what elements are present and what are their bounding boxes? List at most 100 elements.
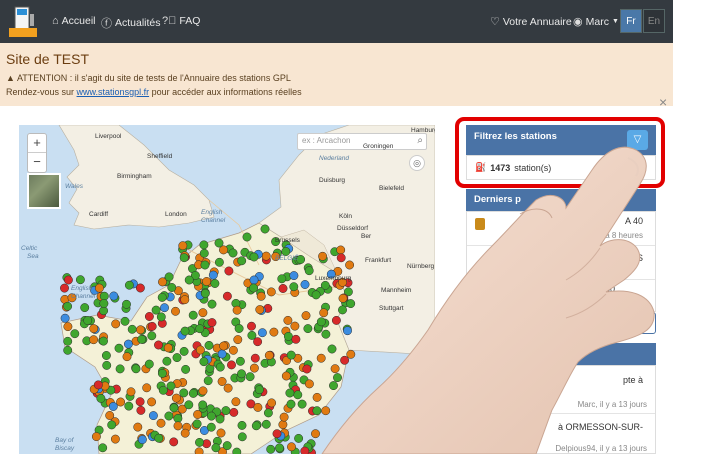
station-marker[interactable] bbox=[281, 371, 291, 381]
station-marker[interactable] bbox=[179, 253, 189, 263]
station-marker[interactable] bbox=[291, 334, 301, 344]
station-marker[interactable] bbox=[207, 318, 217, 328]
station-marker[interactable] bbox=[266, 287, 276, 297]
station-marker[interactable] bbox=[231, 397, 241, 407]
station-marker[interactable] bbox=[123, 339, 133, 349]
station-marker[interactable] bbox=[263, 408, 273, 418]
station-marker[interactable] bbox=[249, 252, 259, 262]
station-marker[interactable] bbox=[214, 238, 224, 248]
station-marker[interactable] bbox=[131, 364, 141, 374]
station-marker[interactable] bbox=[202, 277, 212, 286]
list-item[interactable]: à ORMESSON-SUR- Delpious94, il y a 13 jo… bbox=[467, 414, 655, 454]
station-marker[interactable] bbox=[289, 271, 299, 281]
station-marker[interactable] bbox=[217, 349, 227, 359]
station-marker[interactable] bbox=[147, 397, 157, 407]
station-marker[interactable] bbox=[289, 282, 299, 292]
station-marker[interactable] bbox=[237, 256, 247, 266]
station-marker[interactable] bbox=[233, 335, 243, 345]
station-marker[interactable] bbox=[126, 387, 136, 397]
station-marker[interactable] bbox=[199, 248, 209, 258]
station-marker[interactable] bbox=[340, 355, 350, 365]
station-marker[interactable] bbox=[99, 336, 108, 346]
station-marker[interactable] bbox=[192, 419, 202, 429]
station-marker[interactable] bbox=[147, 321, 157, 331]
station-marker[interactable] bbox=[142, 383, 152, 393]
station-marker[interactable] bbox=[286, 350, 296, 360]
station-marker[interactable] bbox=[266, 444, 276, 454]
zoom-out-button[interactable]: − bbox=[28, 153, 46, 172]
station-marker[interactable] bbox=[160, 303, 169, 313]
station-marker[interactable] bbox=[316, 317, 326, 327]
station-marker[interactable] bbox=[80, 303, 90, 313]
station-marker[interactable] bbox=[193, 410, 203, 419]
station-marker[interactable] bbox=[63, 301, 73, 311]
station-marker[interactable] bbox=[285, 388, 295, 398]
station-marker[interactable] bbox=[331, 315, 341, 325]
station-marker[interactable] bbox=[290, 321, 300, 331]
station-marker[interactable] bbox=[215, 362, 225, 372]
station-marker[interactable] bbox=[224, 266, 234, 276]
station-marker[interactable] bbox=[199, 357, 209, 367]
station-marker[interactable] bbox=[283, 331, 293, 341]
station-marker[interactable] bbox=[63, 345, 73, 355]
station-marker[interactable] bbox=[156, 312, 166, 322]
lang-fr-button[interactable]: Fr bbox=[620, 9, 642, 33]
station-marker[interactable] bbox=[156, 418, 166, 428]
station-marker[interactable] bbox=[312, 392, 322, 402]
station-marker[interactable] bbox=[300, 280, 310, 289]
station-marker[interactable] bbox=[311, 290, 321, 300]
nav-home[interactable]: ⌂ Accueil bbox=[52, 15, 96, 27]
station-marker[interactable] bbox=[83, 316, 93, 325]
station-marker[interactable] bbox=[237, 432, 247, 442]
station-marker[interactable] bbox=[297, 399, 307, 409]
station-marker[interactable] bbox=[336, 245, 346, 255]
station-marker[interactable] bbox=[110, 434, 120, 444]
station-marker[interactable] bbox=[63, 275, 73, 285]
station-marker[interactable] bbox=[89, 335, 99, 345]
station-marker[interactable] bbox=[300, 446, 310, 454]
station-marker[interactable] bbox=[63, 336, 73, 346]
station-marker[interactable] bbox=[321, 329, 331, 339]
station-marker[interactable] bbox=[200, 288, 210, 298]
station-marker[interactable] bbox=[293, 390, 303, 400]
station-marker[interactable] bbox=[180, 326, 190, 336]
station-marker[interactable] bbox=[124, 401, 134, 411]
station-marker[interactable] bbox=[179, 346, 189, 356]
station-marker[interactable] bbox=[286, 399, 296, 409]
station-marker[interactable] bbox=[137, 334, 147, 344]
station-marker[interactable] bbox=[144, 359, 154, 369]
station-marker[interactable] bbox=[148, 411, 158, 421]
station-marker[interactable] bbox=[217, 377, 227, 386]
station-marker[interactable] bbox=[171, 393, 181, 403]
station-marker[interactable] bbox=[253, 402, 263, 412]
station-marker[interactable] bbox=[195, 437, 204, 447]
station-marker[interactable] bbox=[184, 275, 194, 285]
station-marker[interactable] bbox=[232, 447, 242, 454]
stations-map[interactable]: + − ex : Arcachon ⌕ ◎ Liverpool Sheffield… bbox=[19, 125, 435, 454]
station-marker[interactable] bbox=[250, 353, 260, 363]
station-marker[interactable] bbox=[127, 324, 137, 334]
station-marker[interactable] bbox=[199, 240, 209, 250]
stationsgpl-link[interactable]: www.stationsgpl.fr bbox=[77, 87, 150, 97]
station-marker[interactable] bbox=[194, 447, 204, 454]
station-marker[interactable] bbox=[198, 386, 208, 396]
station-marker[interactable] bbox=[287, 442, 296, 452]
station-marker[interactable] bbox=[227, 360, 236, 370]
station-marker[interactable] bbox=[222, 291, 232, 301]
station-marker[interactable] bbox=[171, 306, 180, 316]
station-marker[interactable] bbox=[151, 305, 161, 315]
station-marker[interactable] bbox=[256, 291, 266, 301]
search-icon[interactable]: ⌕ bbox=[417, 135, 423, 146]
station-marker[interactable] bbox=[228, 248, 238, 258]
station-marker[interactable] bbox=[345, 260, 355, 270]
station-marker[interactable] bbox=[116, 397, 126, 407]
station-marker[interactable] bbox=[157, 368, 167, 378]
station-marker[interactable] bbox=[162, 356, 172, 366]
station-marker[interactable] bbox=[179, 388, 189, 398]
lang-en-button[interactable]: En bbox=[643, 9, 665, 33]
station-marker[interactable] bbox=[260, 224, 270, 234]
station-marker[interactable] bbox=[346, 349, 356, 359]
station-marker[interactable] bbox=[304, 266, 314, 276]
station-marker[interactable] bbox=[245, 372, 255, 382]
station-marker[interactable] bbox=[198, 308, 208, 318]
